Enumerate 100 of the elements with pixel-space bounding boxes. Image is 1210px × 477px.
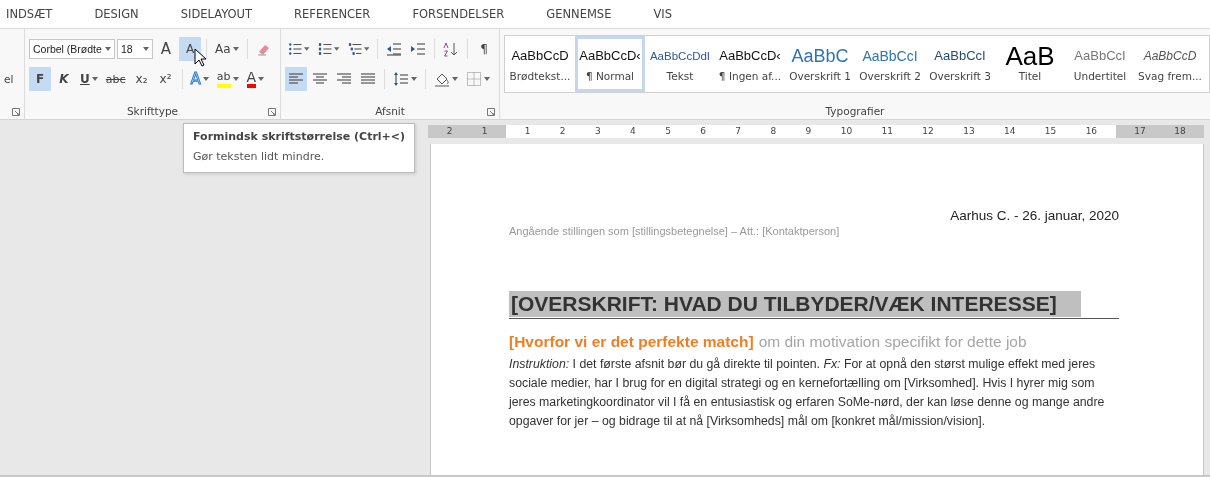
- menu-tab[interactable]: DESIGN: [94, 7, 154, 21]
- style-preview: AaBbCcI: [1074, 46, 1126, 65]
- style-preview: AaBbCcD‹: [719, 46, 781, 65]
- strikethrough-button[interactable]: abc: [102, 67, 129, 91]
- superscript-button[interactable]: x²: [154, 67, 177, 91]
- body-paragraph: Instruktion: I det første afsnit bør du gå direkte til pointen. Fx: For at opnå den størst mulige effekt med jeres sociale medier, har I brug for en digital strategi og en kernefortælling om [Virksomhed]. Hvis I hyrer mig som jeres marketingkoordinator vil I få en entusiastisk og erfaren SoMe-nørd, der kan løse denne og mange andre opgaver for jer – og bidrage til at nå [Virksomheds] mål om [konkret mål/mission/vision].: [509, 356, 1106, 430]
- dialog-launcher-icon[interactable]: [268, 108, 276, 116]
- ruler-number: 13: [963, 125, 975, 138]
- style-item[interactable]: AaBbCcD Svag frem...: [1135, 36, 1205, 92]
- tooltip-text: Gør teksten lidt mindre.: [193, 150, 326, 163]
- subheading-text: om din motivation specifikt for dette job: [758, 333, 1027, 351]
- sort-icon: [443, 41, 460, 57]
- align-center-icon: [312, 71, 328, 87]
- highlight-button[interactable]: ab: [213, 67, 242, 91]
- underline-button[interactable]: U: [77, 67, 101, 91]
- paint-bucket-icon: [434, 71, 450, 87]
- style-preview: AaBbCcD: [511, 46, 569, 65]
- ruler-number: 2: [446, 125, 453, 138]
- style-preview: AaBbCcI: [934, 46, 986, 65]
- numbered-list-icon: [317, 41, 333, 57]
- ruler-number: 4: [630, 125, 636, 138]
- style-item[interactable]: AaBbCcD‹ ¶ Ingen af...: [715, 36, 785, 92]
- style-name: ¶ Normal: [586, 69, 634, 82]
- font-size-field[interactable]: 18: [117, 39, 153, 59]
- caret-icon: [105, 47, 111, 51]
- ruler-number: 18: [1174, 125, 1186, 138]
- font-color-button[interactable]: A: [243, 67, 268, 91]
- menu-tab[interactable]: SIDELAYOUT: [180, 7, 268, 21]
- style-preview: AaBbCcD‹: [579, 46, 641, 65]
- style-item[interactable]: AaBbCcD‹ ¶ Normal: [575, 36, 645, 92]
- style-item[interactable]: AaBbCcDdI Tekst: [645, 36, 715, 92]
- justify-icon: [360, 71, 376, 87]
- italic-button[interactable]: K: [53, 67, 75, 91]
- caret-icon: [143, 47, 149, 51]
- show-formatting-button[interactable]: ¶: [473, 37, 495, 61]
- style-name: Undertitel: [1073, 69, 1127, 82]
- ruler-number: 6: [700, 125, 706, 138]
- ruler-number: 16: [1085, 125, 1098, 138]
- left-button[interactable]: [285, 67, 307, 91]
- group-label: Typografier: [825, 105, 885, 117]
- style-item[interactable]: AaBbCcI Undertitel: [1065, 36, 1135, 92]
- menu-tab[interactable]: INDSÆT: [6, 7, 68, 21]
- align-left-icon: [288, 71, 304, 87]
- ruler-number: 9: [805, 125, 812, 138]
- style-item[interactable]: AaBbCcD Brødtekst...: [505, 36, 575, 92]
- menu-tab[interactable]: VIS: [653, 7, 687, 21]
- document-heading: [OVERSKRIFT: HVAD DU TILBYDER/VÆK INTERESSE]: [509, 291, 1081, 317]
- bold-button[interactable]: F: [29, 67, 51, 91]
- menu-tab[interactable]: REFERENCER: [294, 7, 386, 21]
- subject-line: Angående stillingen som [stillingsbetegnelse] – Att.: [Kontaktperson]: [509, 225, 841, 237]
- style-name: Svag frem...: [1138, 69, 1202, 82]
- multilevel-list-icon: [347, 41, 362, 57]
- style-preview: AaBbCcD: [1143, 47, 1197, 65]
- group-label: Afsnit: [375, 105, 405, 117]
- style-item[interactable]: AaBbCcI Overskrift 3: [925, 36, 995, 92]
- date-line: Aarhus C. - 26. januar, 2020: [949, 208, 1119, 223]
- ruler-number: 2: [559, 125, 566, 138]
- bullet-list-icon: [288, 41, 303, 57]
- ruler-number: 10: [840, 125, 853, 138]
- style-item[interactable]: AaBbC Overskrift 1: [785, 36, 855, 92]
- ruler-number: 12: [922, 125, 934, 138]
- align-right-icon: [336, 71, 352, 87]
- ruler-number: 1: [524, 125, 531, 138]
- style-name: ¶ Ingen af...: [718, 69, 782, 82]
- style-name: Overskrift 2: [859, 69, 921, 82]
- ruler-number: 3: [594, 125, 601, 138]
- dialog-launcher-icon[interactable]: [12, 108, 20, 116]
- style-preview: AaB: [1005, 46, 1055, 65]
- ruler-number: 15: [1044, 125, 1057, 138]
- ruler-number: 7: [735, 125, 742, 138]
- style-item[interactable]: AaB Titel: [995, 36, 1065, 92]
- change-case-button[interactable]: Aa: [212, 37, 242, 61]
- subscript-button[interactable]: x₂: [130, 67, 153, 91]
- style-name: Brødtekst...: [509, 69, 571, 82]
- subheading-accent: [Hvorfor vi er det perfekte match]: [509, 333, 754, 351]
- style-item[interactable]: AaBbCcI Overskrift 2: [855, 36, 925, 92]
- increase-indent-icon: [410, 41, 427, 57]
- style-name: Overskrift 1: [789, 69, 851, 82]
- ruler-number: 17: [1134, 125, 1146, 138]
- group-label: Skrifttype: [126, 105, 179, 117]
- ruler-number: 1: [481, 125, 488, 138]
- line-spacing-icon: [393, 71, 409, 87]
- style-preview: AaBbCcI: [862, 46, 918, 65]
- grow-font-button[interactable]: A: [155, 37, 177, 61]
- font-name-field[interactable]: Corbel (Brødte: [29, 39, 115, 59]
- ruler-number: 8: [770, 125, 777, 138]
- style-preview: AaBbC: [791, 46, 849, 65]
- style-name: Tekst: [666, 69, 694, 82]
- dialog-launcher-icon[interactable]: [487, 108, 495, 116]
- borders-icon: [466, 71, 482, 87]
- ribbon-label: el: [4, 73, 14, 85]
- mouse-pointer-icon: [194, 48, 207, 67]
- style-name: Titel: [1018, 69, 1042, 82]
- ruler-number: 11: [881, 125, 893, 138]
- style-name: Overskrift 3: [929, 69, 991, 82]
- ruler-number: 14: [1004, 125, 1016, 138]
- menu-tab[interactable]: GENNEMSE: [546, 7, 627, 21]
- ruler-number: 5: [665, 125, 671, 138]
- menu-tab[interactable]: FORSENDELSER: [412, 7, 520, 21]
- tooltip-title: Formindsk skriftstørrelse (Ctrl+<): [193, 130, 405, 143]
